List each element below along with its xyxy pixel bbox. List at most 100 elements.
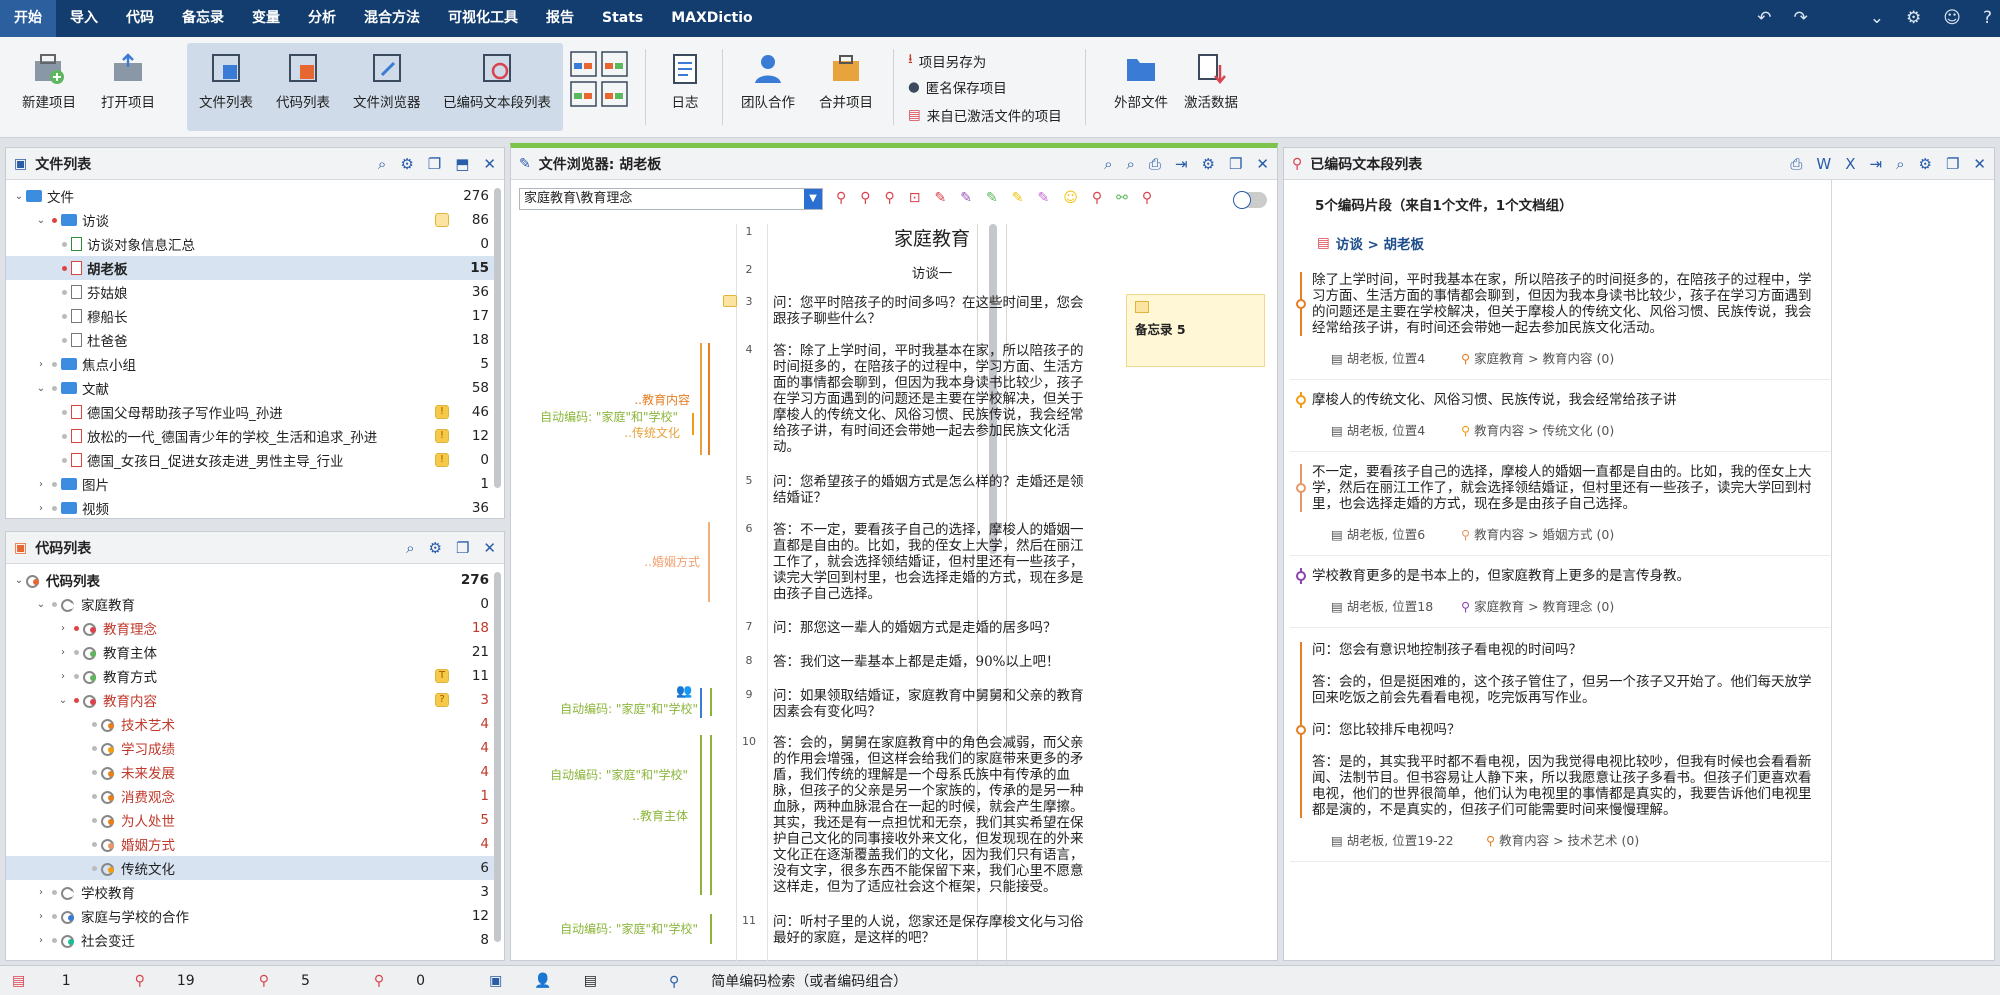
pin-icon[interactable]: ⚲	[1092, 190, 1102, 206]
tree-row[interactable]: ⌄ 文献 58	[6, 376, 501, 400]
tree-row[interactable]: › 视频 36	[6, 496, 501, 520]
code-icon[interactable]: ⚲	[860, 190, 870, 206]
code-list-button[interactable]: 代码列表	[276, 45, 330, 111]
tree-row[interactable]: ⌄ 文件 276	[6, 184, 501, 208]
gear-icon[interactable]: ⚙	[429, 539, 442, 557]
status-icon-3[interactable]: ▤	[584, 973, 597, 989]
undock-icon[interactable]: ❐	[456, 539, 469, 557]
gear-icon[interactable]: ⚙	[1202, 155, 1215, 173]
merge-projects-button[interactable]: 合并项目	[819, 45, 873, 111]
team-icon[interactable]: 👥	[676, 684, 692, 699]
status-icon-2[interactable]: 👤	[534, 973, 551, 989]
code-stripe[interactable]	[708, 522, 710, 602]
code-stripe[interactable]	[710, 914, 712, 944]
redo-icon[interactable]: ↷	[1793, 0, 1807, 37]
tree-row[interactable]: › 社会变迁 8	[6, 928, 501, 952]
tree-row[interactable]: 芬姑娘 36	[6, 280, 501, 304]
code-icon[interactable]: ⚲	[836, 190, 846, 206]
segment-group-header[interactable]: ▤ 访谈 > 胡老板	[1317, 233, 1424, 253]
gear-icon[interactable]: ⚙	[1906, 0, 1921, 37]
tree-row[interactable]: › 焦点小组 5	[6, 352, 501, 376]
excel-export-icon[interactable]: X	[1845, 155, 1855, 173]
from-activated-button[interactable]: ▤ 来自已激活文件的项目	[908, 105, 1062, 125]
tree-row[interactable]: 德国_女孩日_促进女孩走进_男性主导_行业! 0	[6, 448, 501, 472]
segment-code[interactable]: ⚲ 家庭教育 > 教育理念 (0)	[1461, 596, 1614, 615]
code-label[interactable]: ..教育主体	[632, 807, 688, 824]
code-label[interactable]: 自动编码: "家庭"和"学校"	[540, 408, 678, 425]
segment-code[interactable]: ⚲ 家庭教育 > 教育内容 (0)	[1461, 348, 1614, 367]
zoom-icon[interactable]: ⌕	[1127, 155, 1135, 173]
close-icon[interactable]: ✕	[483, 539, 496, 557]
menu-reports[interactable]: 报告	[532, 0, 588, 37]
search-icon[interactable]: ⌕	[406, 539, 414, 557]
print-icon[interactable]: ⎙	[1149, 155, 1161, 173]
undock-icon[interactable]: ❐	[1229, 155, 1242, 173]
status-search[interactable]: ⚲ 简单编码检索（或者编码组合）	[669, 971, 939, 991]
open-project-button[interactable]: 打开项目	[101, 45, 155, 111]
tree-row[interactable]: 未来发展 4	[6, 760, 501, 784]
menu-analysis[interactable]: 分析	[294, 0, 350, 37]
menu-maxdictio[interactable]: MAXDictio	[657, 0, 766, 37]
code-stripe[interactable]	[710, 735, 712, 895]
undo-icon[interactable]: ↶	[1757, 0, 1771, 37]
code-stripe[interactable]	[710, 688, 712, 716]
memo-icon[interactable]	[435, 213, 449, 227]
code-stripe[interactable]	[708, 343, 710, 455]
code-label[interactable]: 自动编码: "家庭"和"学校"	[560, 700, 698, 717]
warning-icon[interactable]: !	[435, 453, 449, 467]
code-stripe[interactable]	[700, 343, 702, 455]
segment-code[interactable]: ⚲ 教育内容 > 技术艺术 (0)	[1486, 830, 1639, 849]
tree-row[interactable]: › 教育方式 T 11	[6, 664, 501, 688]
undock-icon[interactable]: ❐	[1946, 155, 1959, 173]
tree-row[interactable]: › 教育理念 18	[6, 616, 501, 640]
memo-t-icon[interactable]: T	[435, 669, 449, 683]
undock-icon[interactable]: ❐	[428, 155, 441, 173]
chevron-down-icon[interactable]: ⌄	[1870, 0, 1884, 37]
status-segments[interactable]: ⚲ 5	[259, 973, 342, 989]
tree-row[interactable]: 杜爸爸 18	[6, 328, 501, 352]
segment-code[interactable]: ⚲ 教育内容 > 传统文化 (0)	[1461, 420, 1614, 439]
highlighter-yellow-icon[interactable]: ✎	[1012, 190, 1024, 206]
code-label[interactable]: 自动编码: "家庭"和"学校"	[550, 766, 688, 783]
retrieved-segments-button[interactable]: 已编码文本段列表	[443, 45, 551, 111]
menu-stats[interactable]: Stats	[588, 0, 657, 37]
menu-import[interactable]: 导入	[56, 0, 112, 37]
emoticon-icon[interactable]: ☺	[1063, 190, 1078, 206]
link-icon[interactable]: ⚯	[1116, 190, 1128, 206]
close-icon[interactable]: ✕	[483, 155, 496, 173]
layout-grid-icons[interactable]	[570, 51, 630, 113]
code-label[interactable]: ..婚姻方式	[644, 553, 700, 570]
tree-row[interactable]: 消费观念 1	[6, 784, 501, 808]
tree-row[interactable]: 技术艺术 4	[6, 712, 501, 736]
tree-row[interactable]: ⌄ 教育内容? 3	[6, 688, 501, 712]
status-docs[interactable]: ▤ 1	[12, 973, 103, 989]
tree-row[interactable]: 访谈对象信息汇总 0	[6, 232, 501, 256]
tree-row[interactable]: 学习成绩 4	[6, 736, 501, 760]
select-icon[interactable]: ⊡	[909, 190, 921, 206]
scrollbar[interactable]	[494, 188, 501, 488]
status-memos[interactable]: ⚲ 0	[374, 973, 457, 989]
status-icon-1[interactable]: ▣	[489, 973, 502, 989]
memo-question-icon[interactable]: ?	[435, 693, 449, 707]
highlighter-purple-icon[interactable]: ✎	[1037, 190, 1049, 206]
maximize-icon[interactable]: ⬒	[455, 155, 469, 173]
tree-row-selected[interactable]: 胡老板 15	[6, 256, 501, 280]
tree-row[interactable]: › 图片 1	[6, 472, 501, 496]
segment-code[interactable]: ⚲ 教育内容 > 婚姻方式 (0)	[1461, 524, 1614, 543]
memo-icon[interactable]	[723, 295, 737, 307]
tree-row[interactable]: › 教育主体 21	[6, 640, 501, 664]
code-select-dropdown[interactable]: 家庭教育\教育理念 ▼	[519, 188, 823, 210]
code-icon[interactable]: ⚲	[885, 190, 895, 206]
export-icon[interactable]: ⇥	[1175, 155, 1188, 173]
search-icon[interactable]: ⌕	[378, 155, 386, 173]
remove-code-icon[interactable]: ⚲	[1142, 190, 1152, 206]
external-files-button[interactable]: 外部文件	[1114, 45, 1168, 111]
code-stripe[interactable]	[700, 735, 702, 895]
menu-variables[interactable]: 变量	[238, 0, 294, 37]
close-icon[interactable]: ✕	[1256, 155, 1269, 173]
tree-row[interactable]: 为人处世 5	[6, 808, 501, 832]
tree-row[interactable]: ⌄ 访谈 86	[6, 208, 501, 232]
help-icon[interactable]: ?	[1983, 0, 1992, 37]
segment-source[interactable]: ▤ 胡老板, 位置4	[1331, 348, 1425, 367]
search-icon[interactable]: ⌕	[1104, 155, 1112, 173]
